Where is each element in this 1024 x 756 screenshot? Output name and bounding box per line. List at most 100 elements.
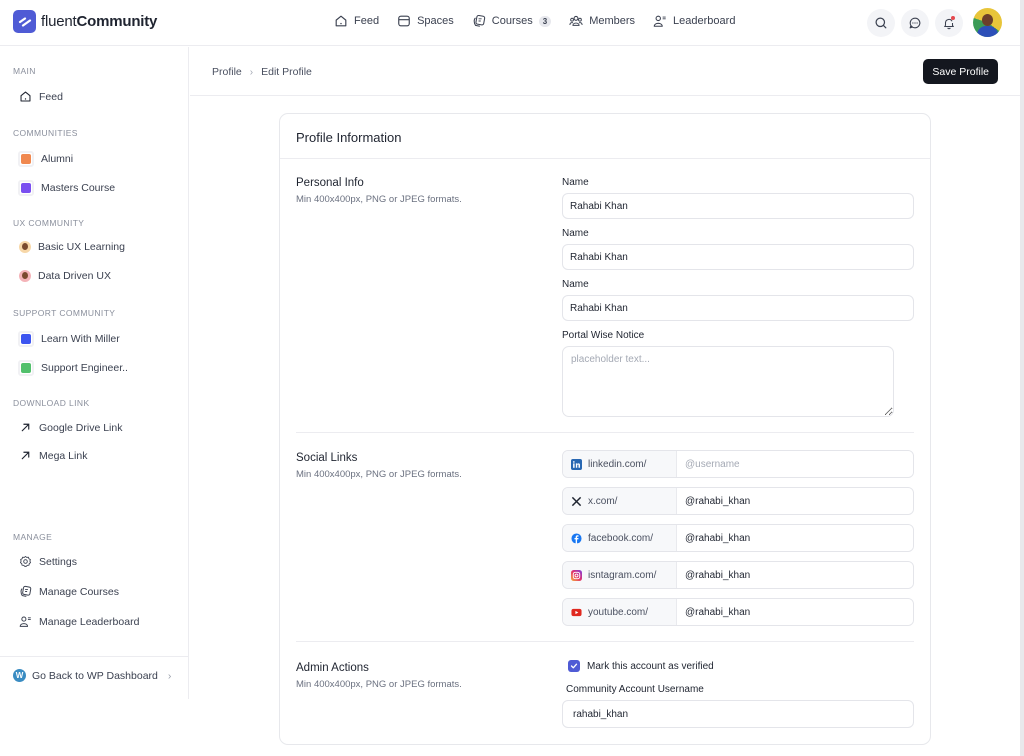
youtube-username-input[interactable] — [677, 599, 913, 625]
notifications-button[interactable] — [935, 8, 963, 37]
brand-logo[interactable]: fluentCommunity — [13, 10, 157, 33]
sidebar-section-ux-community: UX COMMUNITY — [13, 218, 85, 228]
top-nav: Feed Spaces Courses 3 Members Leaderboar… — [334, 14, 735, 28]
user-avatar[interactable] — [973, 8, 1002, 37]
breadcrumb-edit-profile: Edit Profile — [261, 66, 312, 78]
sidebar-item-masters-course[interactable]: Masters Course — [18, 180, 115, 196]
x-username-input[interactable] — [677, 488, 913, 514]
name-input-3[interactable] — [562, 295, 914, 321]
nav-leaderboard-label: Leaderboard — [673, 15, 736, 27]
youtube-prefix: youtube.com/ — [563, 599, 677, 625]
check-icon — [570, 663, 578, 669]
facebook-username-input[interactable] — [677, 525, 913, 551]
brand-name: fluentCommunity — [41, 13, 158, 30]
gear-icon — [20, 556, 31, 567]
facebook-prefix: facebook.com/ — [563, 525, 677, 551]
messages-button[interactable] — [901, 8, 929, 37]
save-profile-button[interactable]: Save Profile — [923, 59, 998, 84]
nav-feed[interactable]: Feed — [334, 14, 379, 28]
search-button[interactable] — [867, 8, 895, 37]
sidebar-item-mega-link[interactable]: Mega Link — [19, 449, 87, 462]
sidebar-section-download-link: DOWNLOAD LINK — [13, 398, 90, 408]
x-prefix: x.com/ — [563, 488, 677, 514]
top-actions — [867, 8, 1002, 37]
instagram-prefix: isntagram.com/ — [563, 562, 677, 588]
name-input-1[interactable] — [562, 193, 914, 219]
sidebar-item-feed[interactable]: Feed — [19, 90, 63, 103]
field-label: Community Account Username — [566, 684, 704, 695]
linkedin-icon — [571, 458, 582, 470]
avatar-emoji-icon — [19, 241, 31, 253]
linkedin-prefix: linkedin.com/ — [563, 451, 677, 477]
nav-spaces-label: Spaces — [417, 15, 454, 27]
instagram-username-input[interactable] — [677, 562, 913, 588]
sidebar-item-data-driven-ux[interactable]: Data Driven UX — [19, 270, 111, 282]
sidebar-item-label: Alumni — [41, 153, 74, 165]
field-label: Portal Wise Notice — [562, 330, 645, 341]
sidebar-item-basic-ux-learning[interactable]: Basic UX Learning — [19, 241, 125, 253]
name-field-3: Name — [562, 279, 914, 321]
sidebar-item-learn-with-miller[interactable]: Learn With Miller — [18, 331, 120, 347]
chevron-right-icon: › — [249, 66, 254, 78]
nav-spaces[interactable]: Spaces — [397, 14, 454, 28]
sidebar-item-label: Data Driven UX — [38, 270, 111, 282]
community-username-input[interactable] — [562, 700, 914, 728]
section-divider — [296, 432, 914, 433]
sidebar-item-google-drive-link[interactable]: Google Drive Link — [19, 421, 122, 434]
wordpress-icon: W — [13, 669, 26, 682]
nav-members[interactable]: Members — [569, 14, 635, 28]
sidebar-item-support-engineer[interactable]: Support Engineer.. — [18, 360, 128, 376]
facebook-icon — [571, 532, 582, 544]
wp-dashboard-link[interactable]: W Go Back to WP Dashboard › — [13, 669, 171, 682]
sidebar-item-label: Support Engineer.. — [41, 362, 128, 374]
nav-courses[interactable]: Courses 3 — [472, 14, 552, 28]
search-icon — [875, 16, 887, 28]
logo-icon — [13, 10, 36, 33]
nav-members-label: Members — [589, 15, 636, 27]
field-label: Name — [562, 177, 589, 188]
page-subheader: Profile › Edit Profile Save Profile — [190, 47, 1020, 96]
sidebar-item-manage-courses[interactable]: Manage Courses — [19, 585, 119, 598]
community-color-icon — [18, 151, 34, 167]
nav-leaderboard[interactable]: Leaderboard — [653, 14, 735, 28]
community-username-field: Community Account Username — [562, 684, 914, 728]
sidebar-item-manage-leaderboard[interactable]: Manage Leaderboard — [19, 615, 139, 628]
top-bar: fluentCommunity Feed Spaces Courses 3 Me… — [0, 0, 1020, 46]
nav-courses-label: Courses — [491, 15, 533, 27]
name-input-2[interactable] — [562, 244, 914, 270]
verified-checkbox[interactable] — [568, 660, 580, 672]
field-label: Name — [562, 228, 589, 239]
breadcrumb-profile[interactable]: Profile — [212, 66, 242, 78]
wp-dashboard-label: Go Back to WP Dashboard — [32, 669, 158, 682]
sidebar-item-label: Settings — [39, 555, 77, 568]
sidebar-item-label: Manage Leaderboard — [39, 615, 140, 628]
community-color-icon — [18, 360, 34, 376]
verified-checkbox-row[interactable]: Mark this account as verified — [568, 660, 714, 672]
arrow-up-right-icon — [21, 423, 30, 432]
members-icon — [569, 15, 583, 26]
sidebar-item-label: Basic UX Learning — [38, 241, 125, 253]
page-scrollbar[interactable] — [1020, 0, 1024, 756]
sidebar: MAIN Feed COMMUNITIES Alumni Masters Cou… — [0, 47, 189, 699]
youtube-icon — [571, 608, 582, 616]
field-label: Name — [562, 279, 589, 290]
x-icon — [571, 496, 582, 506]
home-icon — [20, 91, 31, 102]
sidebar-item-settings[interactable]: Settings — [19, 555, 77, 568]
card-title: Profile Information — [280, 114, 930, 159]
linkedin-username-input[interactable] — [677, 451, 913, 477]
courses-count-badge: 3 — [538, 15, 552, 27]
avatar-emoji-icon — [19, 270, 31, 282]
sidebar-item-alumni[interactable]: Alumni — [18, 151, 74, 167]
facebook-link-field: facebook.com/ — [562, 524, 914, 552]
youtube-link-field: youtube.com/ — [562, 598, 914, 626]
chevron-right-icon: › — [167, 669, 172, 682]
sidebar-item-label: Manage Courses — [39, 585, 119, 598]
leaderboard-icon — [653, 15, 666, 27]
sidebar-divider — [0, 656, 189, 657]
sidebar-section-manage: MANAGE — [13, 532, 53, 542]
sidebar-item-label: Google Drive Link — [39, 421, 123, 434]
portal-notice-field: Portal Wise Notice — [562, 330, 914, 417]
sidebar-section-communities: COMMUNITIES — [13, 128, 78, 138]
portal-notice-textarea[interactable] — [562, 346, 894, 417]
